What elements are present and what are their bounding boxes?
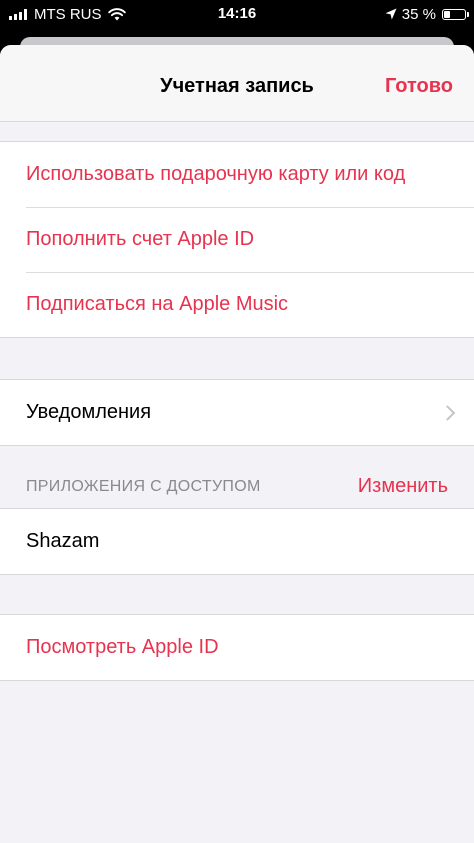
view-apple-id-group: Посмотреть Apple ID	[0, 614, 474, 681]
apps-section-header: ПРИЛОЖЕНИЯ С ДОСТУПОМ Изменить	[0, 465, 474, 509]
notifications-row[interactable]: Уведомления	[0, 380, 474, 445]
account-sheet: Учетная запись Готово Использовать подар…	[0, 45, 474, 843]
view-apple-id-button[interactable]: Посмотреть Apple ID	[0, 615, 474, 680]
battery-percent: 35 %	[401, 5, 436, 23]
actions-group: Использовать подарочную карту или код По…	[0, 141, 474, 338]
apps-group: Shazam	[0, 508, 474, 575]
redeem-gift-card-button[interactable]: Использовать подарочную карту или код	[0, 142, 474, 207]
status-bar: MTS RUS 14:16 35 %	[0, 0, 474, 30]
navigation-bar: Учетная запись Готово	[0, 45, 474, 122]
apps-section-title: ПРИЛОЖЕНИЯ С ДОСТУПОМ	[26, 478, 261, 495]
chevron-right-icon	[439, 404, 456, 421]
app-row-shazam[interactable]: Shazam	[0, 509, 474, 574]
subscribe-apple-music-button[interactable]: Подписаться на Apple Music	[0, 272, 474, 337]
notifications-group: Уведомления	[0, 379, 474, 446]
status-right: 35 %	[385, 5, 469, 23]
battery-level-fill	[444, 10, 450, 18]
done-button[interactable]: Готово	[385, 75, 453, 98]
edit-button[interactable]: Изменить	[358, 475, 448, 498]
notifications-label: Уведомления	[26, 401, 152, 423]
add-funds-button[interactable]: Пополнить счет Apple ID	[0, 207, 474, 272]
battery-icon	[442, 8, 469, 20]
location-arrow-icon	[385, 8, 397, 20]
